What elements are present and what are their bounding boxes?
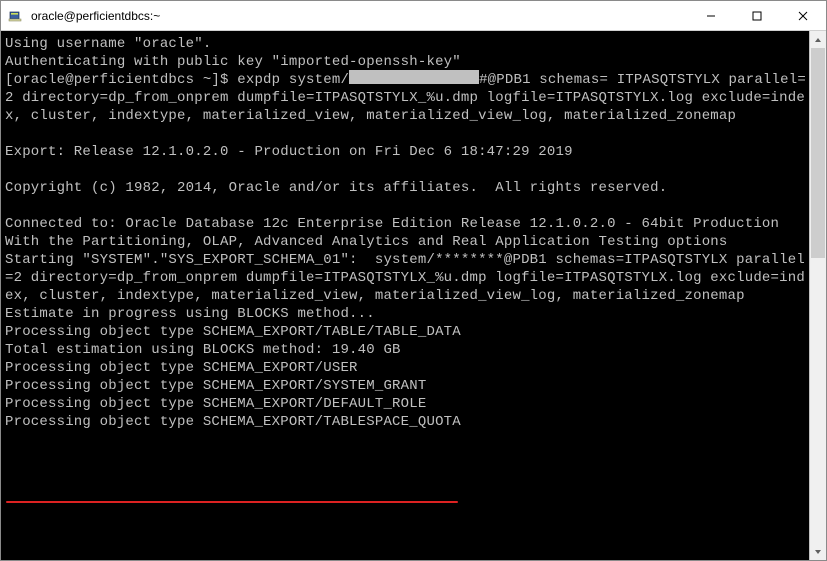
scrollbar[interactable] [809,31,826,560]
window-title: oracle@perficientdbcs:~ [29,9,688,23]
scroll-thumb[interactable] [811,48,825,258]
terminal-output[interactable]: Using username "oracle". Authenticating … [1,31,809,560]
command-part: expdp system/ [237,72,349,88]
terminal-area: Using username "oracle". Authenticating … [1,31,826,560]
scroll-down-button[interactable] [810,543,826,560]
line: Export: Release 12.1.0.2.0 - Production … [5,144,573,160]
line: Using username "oracle". [5,36,211,52]
line: Authenticating with public key "imported… [5,54,461,70]
line: Processing object type SCHEMA_EXPORT/TAB… [5,414,461,430]
titlebar[interactable]: oracle@perficientdbcs:~ [1,1,826,31]
line: Processing object type SCHEMA_EXPORT/TAB… [5,324,461,340]
minimize-button[interactable] [688,1,734,31]
putty-icon [1,9,29,23]
maximize-button[interactable] [734,1,780,31]
line: Starting "SYSTEM"."SYS_EXPORT_SCHEMA_01"… [5,252,805,304]
red-underline-annotation [6,501,458,503]
line: Processing object type SCHEMA_EXPORT/SYS… [5,378,426,394]
line: Processing object type SCHEMA_EXPORT/DEF… [5,396,426,412]
line: Copyright (c) 1982, 2014, Oracle and/or … [5,180,667,196]
terminal-window: oracle@perficientdbcs:~ Using username "… [0,0,827,561]
line: Connected to: Oracle Database 12c Enterp… [5,216,779,232]
redacted-password [349,70,479,84]
line: With the Partitioning, OLAP, Advanced An… [5,234,728,250]
scroll-track[interactable] [810,48,826,543]
line: Estimate in progress using BLOCKS method… [5,306,375,322]
line-highlighted: Total estimation using BLOCKS method: 19… [5,342,401,358]
line: Processing object type SCHEMA_EXPORT/USE… [5,360,358,376]
shell-prompt: [oracle@perficientdbcs ~]$ [5,72,237,88]
scroll-up-button[interactable] [810,31,826,48]
close-button[interactable] [780,1,826,31]
